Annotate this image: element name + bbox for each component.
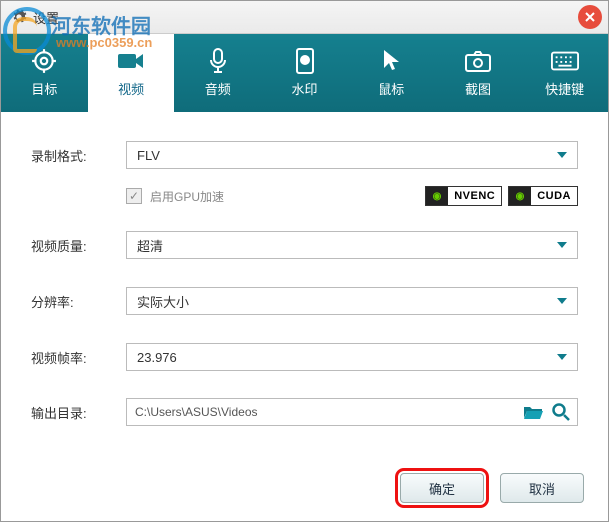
quality-label: 视频质量:	[31, 236, 126, 255]
tab-label: 目标	[31, 79, 57, 98]
tab-bar: 目标 视频 音频 水印 鼠标 截图 快捷键	[1, 34, 608, 112]
format-label: 录制格式:	[31, 146, 126, 165]
tab-audio[interactable]: 音频	[174, 34, 261, 112]
window-title: 设置	[33, 8, 59, 27]
chevron-down-icon	[557, 242, 567, 248]
tab-label: 水印	[292, 79, 318, 98]
settings-form: 录制格式: FLV ✓ 启用GPU加速 ◉NVENC ◉CUDA 视频质量: 超…	[1, 112, 608, 446]
watermark-icon	[291, 49, 319, 73]
tab-video[interactable]: 视频	[88, 34, 175, 112]
cancel-button[interactable]: 取消	[500, 473, 584, 503]
fps-value: 23.976	[137, 350, 177, 365]
output-path-input[interactable]: C:\Users\ASUS\Videos	[126, 398, 578, 426]
gpu-label: 启用GPU加速	[150, 188, 224, 205]
chevron-down-icon	[557, 354, 567, 360]
format-select[interactable]: FLV	[126, 141, 578, 169]
resolution-value: 实际大小	[137, 292, 189, 311]
folder-open-icon[interactable]	[523, 402, 543, 422]
tab-label: 快捷键	[545, 79, 584, 98]
tab-watermark[interactable]: 水印	[261, 34, 348, 112]
search-icon[interactable]	[551, 402, 571, 422]
camera-icon	[464, 49, 492, 73]
keyboard-icon	[551, 49, 579, 73]
fps-label: 视频帧率:	[31, 348, 126, 367]
tab-hotkey[interactable]: 快捷键	[521, 34, 608, 112]
gear-icon	[11, 9, 27, 25]
output-label: 输出目录:	[31, 403, 126, 422]
chevron-down-icon	[557, 152, 567, 158]
dialog-footer: 确定 取消	[400, 473, 584, 503]
tab-label: 视频	[118, 79, 144, 98]
ok-button[interactable]: 确定	[400, 473, 484, 503]
microphone-icon	[204, 49, 232, 73]
tab-label: 截图	[465, 79, 491, 98]
tab-mouse[interactable]: 鼠标	[348, 34, 435, 112]
target-icon	[30, 49, 58, 73]
video-icon	[117, 49, 145, 73]
tab-label: 鼠标	[378, 79, 404, 98]
tab-screenshot[interactable]: 截图	[435, 34, 522, 112]
cuda-badge: ◉CUDA	[508, 186, 578, 206]
quality-select[interactable]: 超清	[126, 231, 578, 259]
cursor-icon	[377, 49, 405, 73]
resolution-label: 分辨率:	[31, 292, 126, 311]
resolution-select[interactable]: 实际大小	[126, 287, 578, 315]
format-value: FLV	[137, 148, 160, 163]
titlebar: 设置	[1, 1, 608, 34]
gpu-checkbox[interactable]: ✓	[126, 188, 142, 204]
quality-value: 超清	[137, 236, 163, 255]
nvenc-badge: ◉NVENC	[425, 186, 502, 206]
output-path-value: C:\Users\ASUS\Videos	[135, 405, 258, 419]
fps-select[interactable]: 23.976	[126, 343, 578, 371]
close-button[interactable]	[578, 5, 602, 29]
tab-target[interactable]: 目标	[1, 34, 88, 112]
chevron-down-icon	[557, 298, 567, 304]
tab-label: 音频	[205, 79, 231, 98]
